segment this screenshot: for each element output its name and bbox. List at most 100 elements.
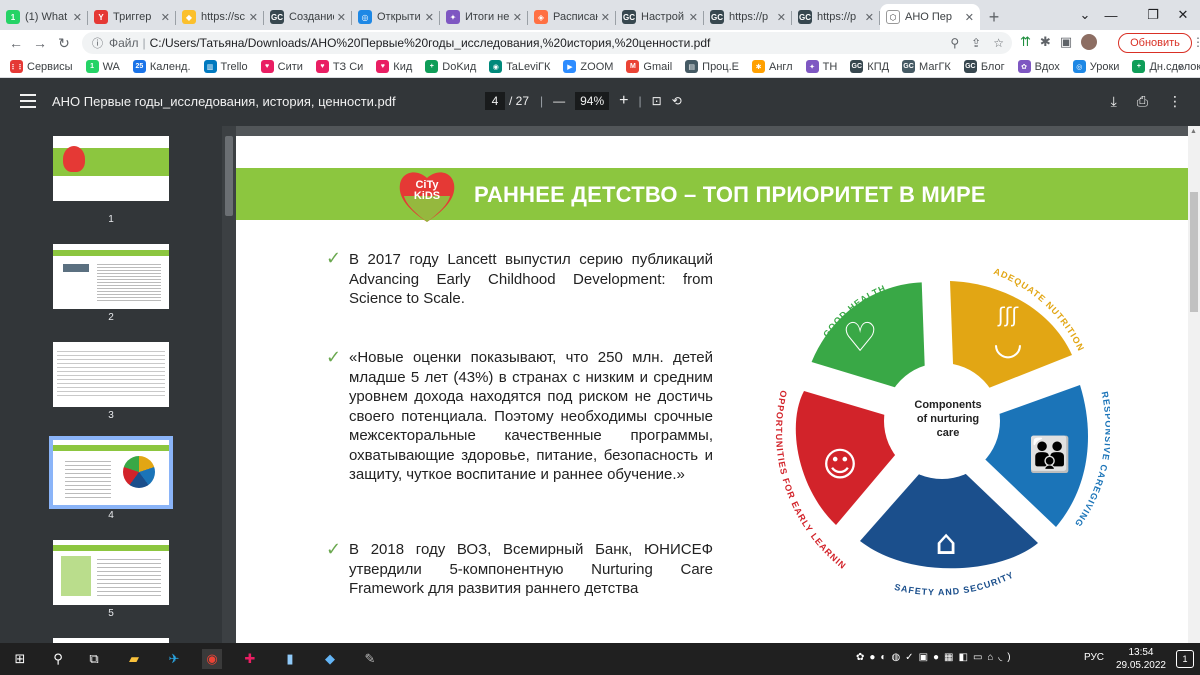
bookmark-item[interactable]: ♥ Кид bbox=[376, 60, 412, 73]
tab-close-icon[interactable]: ✕ bbox=[965, 11, 974, 24]
forward-icon[interactable]: → bbox=[28, 35, 52, 51]
bookmark-item[interactable]: GC МагГК bbox=[902, 60, 951, 73]
bookmark-item[interactable]: ♥ Сити bbox=[260, 60, 303, 73]
bookmark-item[interactable]: ▶ ZOOM bbox=[563, 60, 613, 73]
side-panel-icon[interactable]: ▣ bbox=[1060, 34, 1072, 50]
bookmark-item[interactable]: ▤ Проц.Е bbox=[685, 60, 739, 73]
thumbnail-page-2[interactable] bbox=[53, 244, 169, 309]
browser-tab[interactable]: ✦ Итоги не ✕ bbox=[440, 4, 528, 30]
new-tab-button[interactable]: + bbox=[980, 4, 1008, 30]
thumbnail-page-3[interactable] bbox=[53, 342, 169, 407]
browser-tab[interactable]: GC https://p ✕ bbox=[792, 4, 880, 30]
label-safety-security: SAFETY AND SECURITY bbox=[893, 570, 1014, 598]
address-bar[interactable]: ⓘ Файл | C:/Users/Татьяна/Downloads/АНО%… bbox=[82, 32, 1012, 54]
bookmark-item[interactable]: ✿ Вдох bbox=[1017, 60, 1060, 73]
chrome-icon[interactable]: ◉ bbox=[202, 649, 222, 669]
browser-tab[interactable]: ⬡ АНО Пер ✕ bbox=[880, 4, 980, 30]
share-icon[interactable]: ⇪ bbox=[971, 36, 981, 50]
bookmark-item[interactable]: 1 WA bbox=[85, 60, 120, 73]
extensions-puzzle-icon[interactable]: ✱ bbox=[1040, 34, 1051, 50]
tab-close-icon[interactable]: ✕ bbox=[777, 11, 786, 24]
download-icon[interactable]: ⤓ bbox=[1111, 93, 1117, 110]
tab-close-icon[interactable]: ✕ bbox=[337, 11, 346, 24]
tab-close-icon[interactable]: ✕ bbox=[73, 11, 82, 24]
clock[interactable]: 13:54 29.05.2022 bbox=[1116, 646, 1166, 672]
thumbnail-page-4[interactable] bbox=[49, 436, 173, 509]
bookmark-item[interactable]: 25 Календ. bbox=[132, 60, 191, 73]
scrollbar-thumb[interactable] bbox=[1190, 192, 1198, 312]
bookmark-item[interactable]: GC КПД bbox=[850, 60, 889, 73]
bookmark-item[interactable]: + Дн.сделок bbox=[1132, 60, 1200, 73]
tab-close-icon[interactable]: ✕ bbox=[425, 11, 434, 24]
svg-text:SAFETY AND SECURITY: SAFETY AND SECURITY bbox=[893, 570, 1015, 598]
bookmark-item[interactable]: + DoKид bbox=[425, 60, 476, 73]
address-url[interactable]: C:/Users/Татьяна/Downloads/АНО%20Первые%… bbox=[150, 36, 711, 50]
bookmark-item[interactable]: ✦ ТН bbox=[805, 60, 837, 73]
bookmark-label: Вдох bbox=[1034, 60, 1060, 73]
avatar[interactable] bbox=[1081, 34, 1098, 50]
bookmark-item[interactable]: M Gmail bbox=[626, 60, 672, 73]
bookmark-item[interactable]: ▥ Trello bbox=[203, 60, 248, 73]
browser-tab[interactable]: ◆ https://sc ✕ bbox=[176, 4, 264, 30]
hamburger-menu-icon[interactable] bbox=[20, 94, 36, 108]
task-view-icon[interactable]: ⧉ bbox=[84, 649, 104, 669]
notification-icon[interactable]: 1 bbox=[1176, 650, 1194, 668]
bookmark-item[interactable]: ✱ Англ bbox=[752, 60, 793, 73]
language-indicator[interactable]: РУС bbox=[1084, 652, 1104, 663]
clock-date: 29.05.2022 bbox=[1115, 660, 1166, 671]
thumbnail-page-1[interactable] bbox=[53, 136, 169, 201]
tab-close-icon[interactable]: ✕ bbox=[161, 11, 170, 24]
tab-close-icon[interactable]: ✕ bbox=[249, 11, 258, 24]
browser-tab[interactable]: Y Триггер ✕ bbox=[88, 4, 176, 30]
back-icon[interactable]: ← bbox=[4, 35, 28, 51]
bookmark-item[interactable]: ♥ ТЗ Си bbox=[315, 60, 363, 73]
telegram-icon[interactable]: ✈ bbox=[164, 649, 184, 669]
close-window-button[interactable]: ✕ bbox=[1160, 0, 1200, 30]
sidebar-scrollbar[interactable] bbox=[222, 126, 236, 643]
bookmark-item[interactable]: ⋮⋮ Сервисы bbox=[10, 60, 73, 73]
print-icon[interactable]: ⎙ bbox=[1137, 93, 1148, 110]
extension-icon[interactable]: ⇈ bbox=[1020, 34, 1031, 50]
divider: | bbox=[638, 94, 642, 108]
tab-close-icon[interactable]: ✕ bbox=[689, 11, 698, 24]
slack-icon[interactable]: ✚ bbox=[240, 649, 260, 669]
thumbnail-page-5[interactable] bbox=[53, 540, 169, 605]
zoom-input[interactable]: 94% bbox=[575, 92, 610, 110]
zoom-icon[interactable]: ⚲ bbox=[950, 36, 959, 50]
menu-kebab-icon[interactable]: ⋮ bbox=[1192, 35, 1200, 49]
fit-page-icon[interactable]: ⊡ bbox=[652, 94, 662, 108]
file-explorer-icon[interactable]: ▰ bbox=[124, 649, 144, 669]
bookmarks-more-icon[interactable]: » bbox=[1178, 60, 1185, 74]
system-tray-icons[interactable]: ✿●◐◍✓▣●▦◧▭⌂◟) bbox=[856, 652, 1016, 663]
browser-tab[interactable]: GC https://p ✕ bbox=[704, 4, 792, 30]
more-options-icon[interactable]: ⋮ bbox=[1168, 93, 1182, 110]
reload-icon[interactable]: ↻ bbox=[52, 35, 76, 52]
app-icon[interactable]: ▮ bbox=[280, 649, 300, 669]
info-icon[interactable]: ⓘ bbox=[92, 35, 103, 51]
document-scrollbar[interactable]: ▲ bbox=[1188, 126, 1200, 643]
browser-tab[interactable]: ◎ Открыти ✕ bbox=[352, 4, 440, 30]
browser-tab[interactable]: ◈ Расписан ✕ bbox=[528, 4, 616, 30]
browser-tab[interactable]: 1 (1) What ✕ bbox=[0, 4, 88, 30]
browser-tab[interactable]: GC Настрой ✕ bbox=[616, 4, 704, 30]
tab-close-icon[interactable]: ✕ bbox=[601, 11, 610, 24]
bookmark-item[interactable]: ◎ Уроки bbox=[1072, 60, 1119, 73]
minimize-button[interactable]: — bbox=[1088, 0, 1134, 30]
zoom-in-button[interactable]: + bbox=[619, 92, 628, 110]
bookmark-item[interactable]: ◉ TaLeviГК bbox=[489, 60, 550, 73]
tab-close-icon[interactable]: ✕ bbox=[513, 11, 522, 24]
bookmark-favicon-icon: GC bbox=[902, 60, 916, 73]
bookmark-item[interactable]: GC Блог bbox=[963, 60, 1005, 73]
page-number-input[interactable]: 4 bbox=[485, 92, 505, 110]
app-icon[interactable]: ✎ bbox=[360, 649, 380, 669]
bookmark-star-icon[interactable]: ☆ bbox=[993, 36, 1004, 50]
rotate-icon[interactable]: ⟲ bbox=[672, 94, 682, 108]
browser-tab[interactable]: GC Создание ✕ bbox=[264, 4, 352, 30]
update-button[interactable]: Обновить bbox=[1118, 33, 1192, 53]
search-icon[interactable]: ⚲ bbox=[48, 649, 68, 669]
tab-close-icon[interactable]: ✕ bbox=[865, 11, 874, 24]
scroll-up-icon[interactable]: ▲ bbox=[1190, 128, 1197, 135]
zoom-out-button[interactable]: — bbox=[553, 94, 565, 108]
windows-start-icon[interactable]: ⊞ bbox=[10, 649, 30, 669]
notes-icon[interactable]: ◆ bbox=[320, 649, 340, 669]
